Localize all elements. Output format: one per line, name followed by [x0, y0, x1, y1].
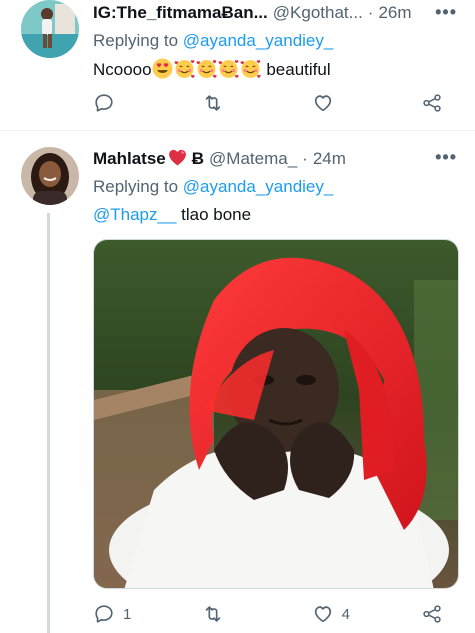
tweet-text-body: tlao bone — [176, 205, 252, 224]
tweet-content: IG:The_fitmamaɃan... @Kgothat... · 26m •… — [93, 2, 461, 81]
like-count: 4 — [341, 605, 350, 623]
tweet-header: IG:The_fitmamaɃan... @Kgothat... · 26m — [93, 2, 461, 24]
heart-emoji — [168, 149, 186, 166]
reply-count: 1 — [123, 605, 132, 623]
tweet-header: Mahlatse Ƀ @Matema_ · 24m — [93, 147, 461, 170]
display-name[interactable]: Mahlatse Ƀ — [93, 147, 204, 170]
like-button[interactable] — [312, 92, 352, 114]
like-button[interactable]: 4 — [312, 603, 352, 625]
reply-icon — [95, 605, 113, 623]
action-bar — [93, 92, 461, 114]
separator-dot: · — [302, 149, 308, 168]
separator-dot: · — [367, 3, 374, 22]
tweet-content: Mahlatse Ƀ @Matema_ · 24m ••• Replying to… — [93, 147, 461, 226]
share-icon — [423, 94, 441, 112]
reply-button[interactable] — [93, 92, 133, 114]
retweet-icon — [206, 606, 221, 622]
replying-to-link[interactable]: @ayanda_yandiey_ — [183, 177, 334, 196]
thread-line — [47, 213, 50, 633]
reply-icon — [95, 94, 113, 112]
tweet-text: Ncoooo beautiful — [93, 58, 461, 81]
tweet-text: @Thapz__ tlao bone — [93, 204, 461, 226]
tweet-text-prefix: Ncoooo — [93, 60, 152, 79]
retweet-button[interactable] — [202, 603, 242, 625]
tweet-text-suffix: beautiful — [266, 60, 331, 79]
heart-eyes-emoji — [152, 58, 173, 79]
tweet-2[interactable]: Mahlatse Ƀ @Matema_ · 24m ••• Replying to… — [0, 130, 475, 633]
heart-icon — [314, 95, 331, 112]
avatar[interactable] — [21, 0, 79, 58]
retweet-icon — [206, 95, 221, 111]
smiling-face-hearts-emoji — [218, 60, 239, 78]
replying-to-line: Replying to @ayanda_yandiey_ — [93, 176, 461, 198]
replying-to-link[interactable]: @ayanda_yandiey_ — [183, 31, 334, 50]
smiling-face-hearts-emoji — [240, 60, 261, 78]
bitcoin-symbol: Ƀ — [191, 149, 205, 168]
timestamp[interactable]: 24m — [313, 148, 346, 170]
handle[interactable]: @Matema_ — [209, 148, 297, 170]
reply-button[interactable]: 1 — [93, 603, 133, 625]
more-dots-icon[interactable]: ••• — [435, 2, 457, 23]
smiling-face-hearts-emoji — [174, 60, 195, 78]
share-button[interactable] — [421, 92, 461, 114]
replying-label: Replying to — [93, 177, 179, 196]
action-bar: 1 4 — [93, 603, 461, 625]
mention-link[interactable]: @Thapz__ — [93, 205, 176, 224]
retweet-button[interactable] — [202, 92, 242, 114]
heart-icon — [314, 606, 331, 623]
more-dots-icon[interactable]: ••• — [435, 147, 457, 168]
replying-to-line: Replying to @ayanda_yandiey_ — [93, 30, 461, 52]
share-button[interactable] — [421, 603, 461, 625]
share-icon — [423, 605, 441, 623]
timestamp[interactable]: 26m — [378, 2, 411, 24]
display-name-text: Mahlatse — [93, 149, 166, 168]
tweet-1[interactable]: IG:The_fitmamaɃan... @Kgothat... · 26m •… — [0, 0, 475, 130]
replying-label: Replying to — [93, 31, 179, 50]
smiling-face-hearts-emoji — [196, 60, 217, 78]
display-name[interactable]: IG:The_fitmamaɃan... — [93, 2, 268, 24]
handle[interactable]: @Kgothat... — [273, 2, 363, 24]
tweet-image[interactable] — [93, 239, 459, 589]
avatar[interactable] — [21, 147, 79, 205]
